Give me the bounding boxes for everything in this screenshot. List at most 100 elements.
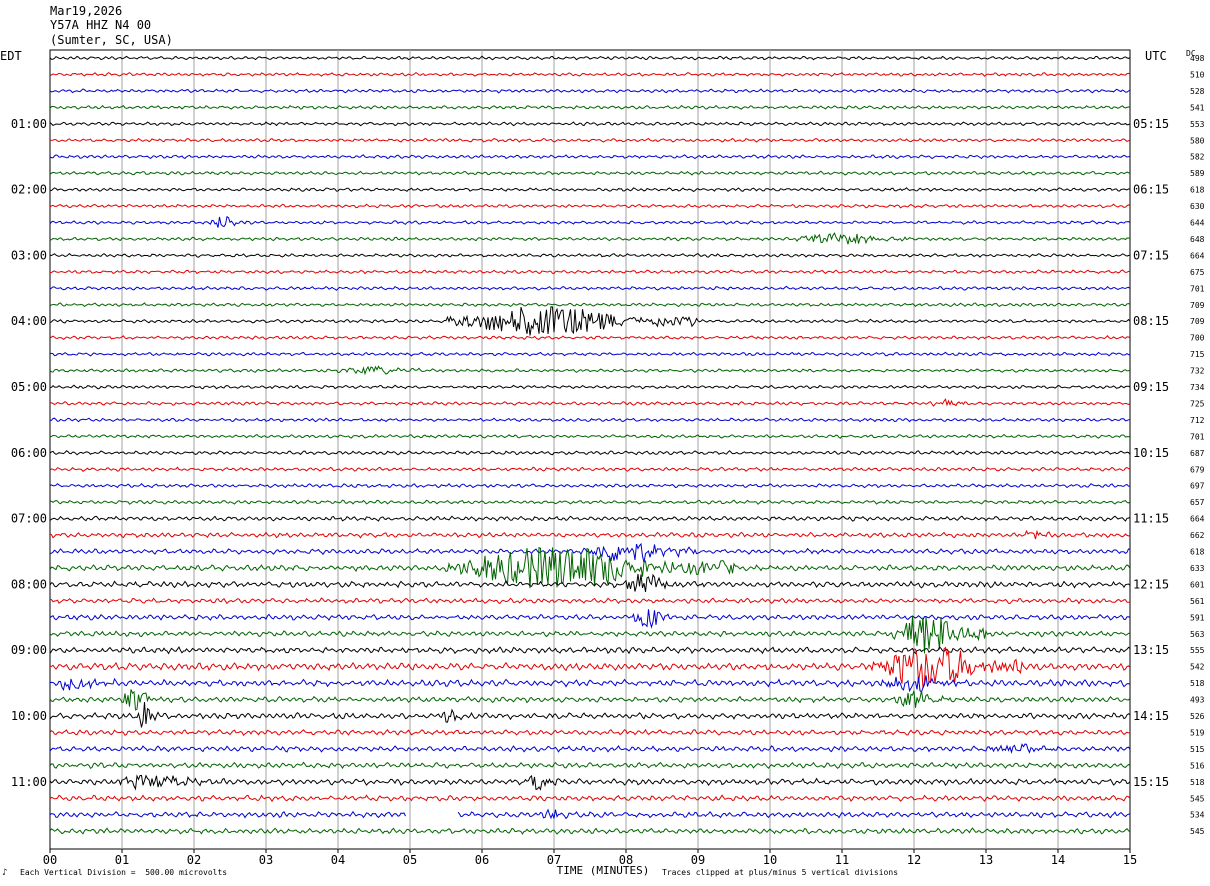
logo-mark: ♪ (2, 868, 8, 878)
left-time-label: 03:00 (11, 248, 47, 262)
trace-row (49, 808, 1131, 820)
dc-offset-label: 563 (1190, 630, 1205, 639)
x-tick-label: 11 (835, 853, 849, 867)
trace-row (49, 761, 1131, 770)
dc-offset-label: 545 (1190, 827, 1205, 836)
dc-offset-label: 633 (1190, 564, 1205, 573)
dc-offset-label: 516 (1190, 761, 1205, 770)
trace-row (49, 466, 1131, 472)
right-time-label: 05:15 (1133, 117, 1169, 131)
clip-note: Traces clipped at plus/minus 5 vertical … (662, 868, 899, 877)
trace-row (49, 827, 1131, 835)
dc-offset-label: 561 (1190, 597, 1205, 606)
dc-offset-label: 709 (1190, 317, 1205, 326)
dc-offset-label: 734 (1190, 383, 1205, 392)
left-time-label: 10:00 (11, 709, 47, 723)
dc-offset-label: 648 (1190, 235, 1205, 244)
dc-offset-label: 715 (1190, 350, 1205, 359)
x-tick-label: 04 (331, 853, 345, 867)
left-time-label: 11:00 (11, 775, 47, 789)
trace-row (49, 137, 1131, 143)
dc-offset-label: 630 (1190, 202, 1205, 211)
trace-row (49, 269, 1130, 275)
trace-row (49, 728, 1131, 737)
x-tick-label: 06 (475, 853, 489, 867)
left-time-label: 09:00 (11, 643, 47, 657)
seismogram-chart: 00 01 02 03 04 05 06 07 08 09 10 11 12 13 14 15TIME (MI… (11, 49, 1205, 877)
x-tick-label: 02 (187, 853, 201, 867)
trace-row (49, 365, 1131, 376)
dc-offset-label: 545 (1190, 794, 1205, 803)
dc-offset-label: 657 (1190, 498, 1205, 507)
x-axis-label: TIME (MINUTES) (557, 864, 650, 877)
dc-offset-label: 591 (1190, 613, 1205, 622)
trace-row (49, 689, 1131, 711)
left-time-label: 07:00 (11, 512, 47, 526)
left-time-label: 08:00 (11, 577, 47, 591)
trace-row (50, 597, 1131, 605)
x-tick-label: 12 (907, 853, 921, 867)
trace-row (49, 384, 1131, 390)
left-time-label: 04:00 (11, 314, 47, 328)
trace-row (49, 433, 1131, 439)
dc-offset-label: 732 (1190, 367, 1205, 376)
trace-row (49, 170, 1131, 176)
dc-offset-label: 701 (1190, 432, 1205, 441)
trace-row (49, 417, 1131, 423)
dc-offset-label: 580 (1190, 136, 1205, 145)
left-time-label: 02:00 (11, 183, 47, 197)
dc-offset-label: 709 (1190, 301, 1205, 310)
trace-row (49, 450, 1131, 456)
trace-row (49, 215, 1131, 228)
dc-offset-label: 519 (1190, 728, 1205, 737)
plot-frame (49, 49, 1131, 850)
dc-offset-label: 555 (1190, 646, 1205, 655)
dc-offset-label: 510 (1190, 70, 1205, 79)
dc-offset-label: 582 (1190, 153, 1205, 162)
right-time-label: 09:15 (1133, 380, 1169, 394)
left-time-label: 01:00 (11, 117, 47, 131)
x-tick-label: 15 (1123, 853, 1137, 867)
dc-offset-label: 664 (1190, 515, 1205, 524)
dc-offset-label: 644 (1190, 219, 1205, 228)
x-tick-label: 13 (979, 853, 993, 867)
dc-offset-label: 618 (1190, 548, 1205, 557)
x-tick-label: 09 (691, 853, 705, 867)
dc-offset-label: 675 (1190, 268, 1205, 277)
trace-row (49, 482, 1131, 489)
dc-offset-label: 518 (1190, 679, 1205, 688)
left-time-label: 05:00 (11, 380, 47, 394)
x-tick-label: 00 (43, 853, 57, 867)
trace-row (49, 252, 1131, 258)
trace-row (49, 203, 1131, 209)
right-time-label: 06:15 (1133, 183, 1169, 197)
right-time-label: 07:15 (1133, 248, 1169, 262)
trace-row (49, 104, 1131, 110)
right-time-label: 13:15 (1133, 643, 1169, 657)
trace-row (49, 499, 1131, 505)
dc-offset-label: 725 (1190, 399, 1205, 408)
dc-offset-label: 712 (1190, 416, 1205, 425)
trace-row (49, 398, 1131, 407)
trace-row (49, 702, 1131, 728)
dc-offset-label: 493 (1190, 696, 1205, 705)
dc-offset-label: 601 (1190, 580, 1205, 589)
right-time-label: 12:15 (1133, 577, 1169, 591)
dc-offset-label: 534 (1190, 811, 1205, 820)
dc-offset-label: 664 (1190, 251, 1205, 260)
trace-row (49, 88, 1131, 94)
dc-offset-label: 662 (1190, 531, 1205, 540)
dc-offset-label: 679 (1190, 465, 1205, 474)
dc-offset-label: 542 (1190, 663, 1205, 672)
dc-offset-label: 700 (1190, 334, 1205, 343)
trace-row (49, 335, 1131, 341)
x-tick-label: 10 (763, 853, 777, 867)
trace-row (49, 529, 1131, 540)
trace-row (49, 154, 1131, 160)
trace-row (49, 306, 1131, 336)
trace-row (49, 542, 1131, 563)
x-tick-label: 14 (1051, 853, 1065, 867)
dc-offset-label: 701 (1190, 284, 1205, 293)
right-time-label: 11:15 (1133, 512, 1169, 526)
dc-offset-label: 697 (1190, 482, 1205, 491)
